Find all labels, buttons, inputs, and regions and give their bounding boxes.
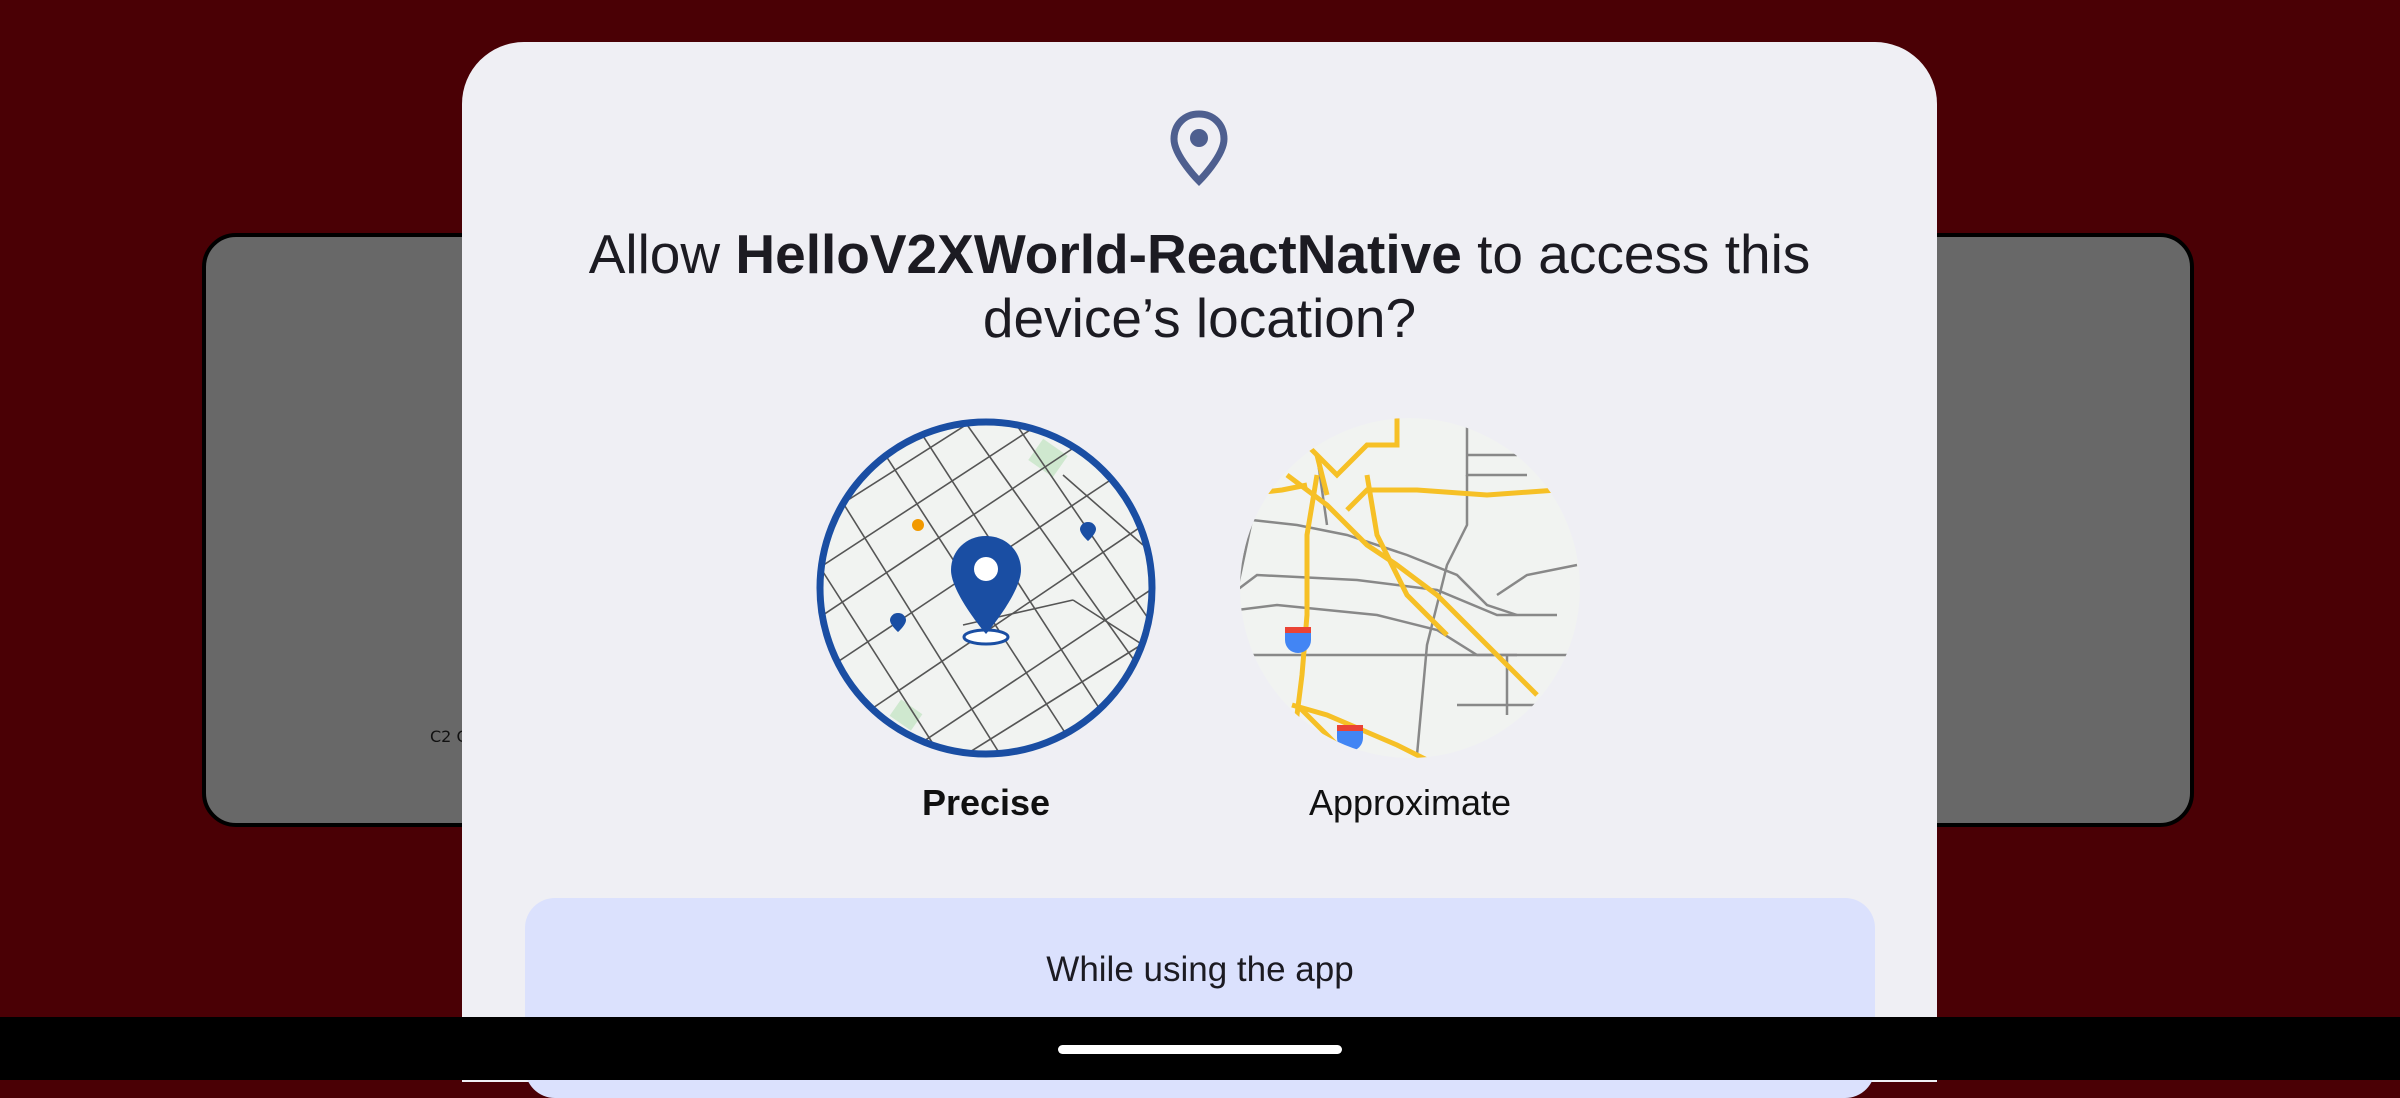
app-name: HelloV2XWorld-ReactNative [735,223,1462,285]
precise-map-icon[interactable] [813,415,1159,761]
location-pin-icon [1170,110,1228,186]
title-prefix: Allow [588,223,736,285]
dialog-title: Allow HelloV2XWorld-ReactNative to acces… [562,222,1837,350]
approximate-map-icon[interactable] [1237,415,1583,761]
home-gesture-handle[interactable] [1058,1045,1342,1054]
option-precise-label[interactable]: Precise [813,782,1159,824]
option-approximate-label[interactable]: Approximate [1237,782,1583,824]
while-using-app-label: While using the app [1046,950,1354,989]
